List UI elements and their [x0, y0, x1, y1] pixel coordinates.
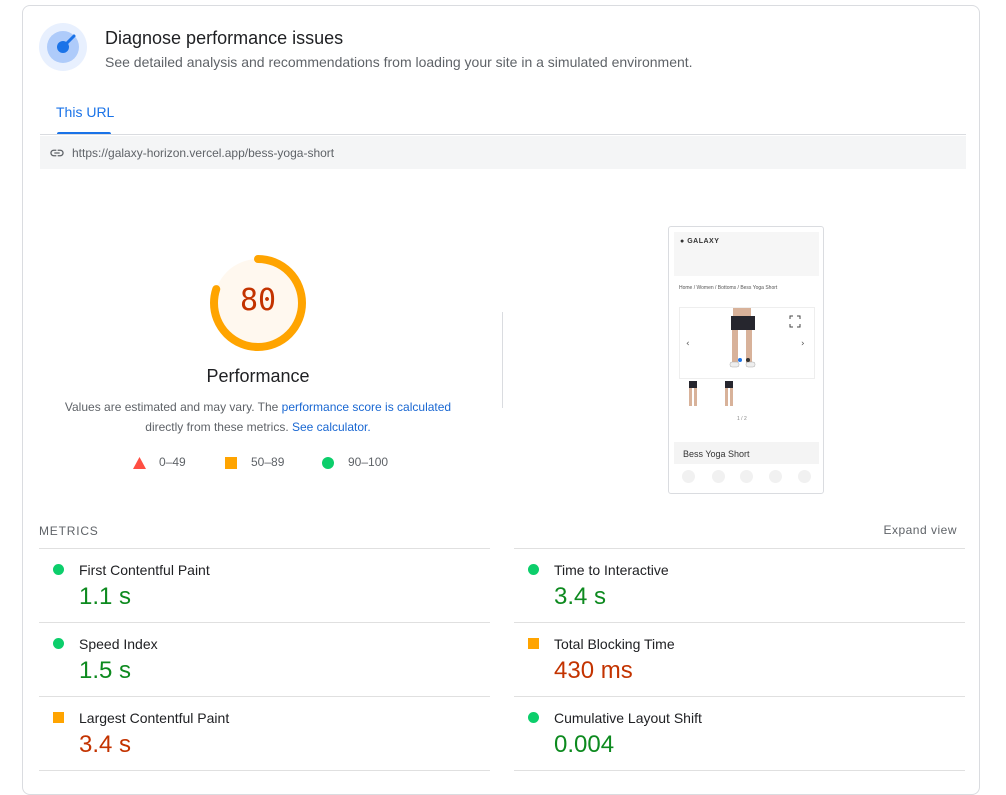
metric-value: 3.4 s — [554, 583, 607, 610]
product-gallery: ‹ › — [679, 307, 815, 379]
product-name: Bess Yoga Short — [683, 449, 750, 459]
metric-value: 1.1 s — [79, 583, 132, 610]
square-icon — [225, 457, 237, 469]
metric-largest-contentful-paint: Largest Contentful Paint 3.4 s — [39, 696, 490, 771]
cart-icon — [769, 470, 782, 483]
svg-text:‹: ‹ — [686, 339, 690, 349]
section-title: Diagnose performance issues — [105, 28, 344, 48]
metric-name: Cumulative Layout Shift — [554, 710, 702, 726]
url-bar: https://galaxy-horizon.vercel.app/bess-y… — [40, 136, 966, 169]
screenshot-header: ● GALAXY — [674, 232, 819, 276]
metric-name: Total Blocking Time — [554, 636, 675, 652]
score-note: Values are estimated and may vary. The p… — [64, 400, 452, 434]
heart-icon — [712, 470, 725, 483]
average-square-icon — [528, 638, 539, 649]
vertical-divider — [502, 312, 503, 408]
screenshot-breadcrumb: Home / Women / Bottoms / Bess Yoga Short — [679, 285, 778, 291]
metric-value: 0.004 — [554, 731, 615, 758]
metric-name: Time to Interactive — [554, 562, 669, 578]
thumbnails — [689, 381, 733, 406]
good-circle-icon — [53, 564, 64, 575]
performance-score: 80 — [239, 283, 277, 318]
section-subtitle: See detailed analysis and recommendation… — [105, 54, 693, 70]
performance-label: Performance — [206, 366, 310, 386]
tab-divider — [40, 134, 966, 135]
metric-first-contentful-paint: First Contentful Paint 1.1 s — [39, 548, 490, 623]
metric-name: Largest Contentful Paint — [79, 710, 230, 726]
metrics-heading: METRICS — [39, 524, 99, 538]
metric-time-to-interactive: Time to Interactive 3.4 s — [514, 548, 965, 623]
product-name-bar: Bess Yoga Short — [674, 442, 819, 464]
good-circle-icon — [53, 638, 64, 649]
account-icon — [682, 470, 695, 483]
good-circle-icon — [528, 712, 539, 723]
image-counter: 1 / 2 — [737, 416, 747, 422]
final-screenshot: ● GALAXY Home / Women / Bottoms / Bess Y… — [668, 226, 824, 494]
metric-cumulative-layout-shift: Cumulative Layout Shift 0.004 — [514, 696, 965, 771]
tab-this-url[interactable]: This URL — [56, 104, 114, 120]
metric-name: Speed Index — [79, 636, 158, 652]
metric-value: 3.4 s — [79, 731, 132, 758]
search-icon — [740, 470, 753, 483]
performance-card: Diagnose performance issues See detailed… — [22, 5, 980, 795]
expand-view-button[interactable]: Expand view — [883, 523, 957, 537]
score-calculated-link[interactable]: performance score is calculated — [282, 400, 451, 414]
link-icon — [50, 149, 64, 157]
good-circle-icon — [528, 564, 539, 575]
product-image: ‹ › — [686, 308, 805, 368]
average-square-icon — [53, 712, 64, 723]
metric-row-divider — [514, 770, 965, 781]
circle-icon — [322, 457, 334, 469]
thumbnail-strip — [683, 379, 743, 416]
see-calculator-link[interactable]: See calculator. — [292, 420, 371, 434]
metric-speed-index: Speed Index 1.5 s — [39, 622, 490, 697]
svg-text:›: › — [801, 339, 805, 349]
tested-url: https://galaxy-horizon.vercel.app/bess-y… — [72, 146, 335, 160]
metric-total-blocking-time: Total Blocking Time 430 ms — [514, 622, 965, 697]
screenshot-bottom-nav — [674, 467, 819, 487]
menu-icon — [798, 470, 811, 483]
logo: ● GALAXY — [680, 238, 720, 245]
metric-value: 430 ms — [554, 657, 633, 684]
triangle-icon — [133, 457, 146, 469]
metric-name: First Contentful Paint — [79, 562, 210, 578]
gauge-icon — [39, 23, 87, 71]
metric-value: 1.5 s — [79, 657, 132, 684]
metric-row-divider — [39, 770, 490, 781]
